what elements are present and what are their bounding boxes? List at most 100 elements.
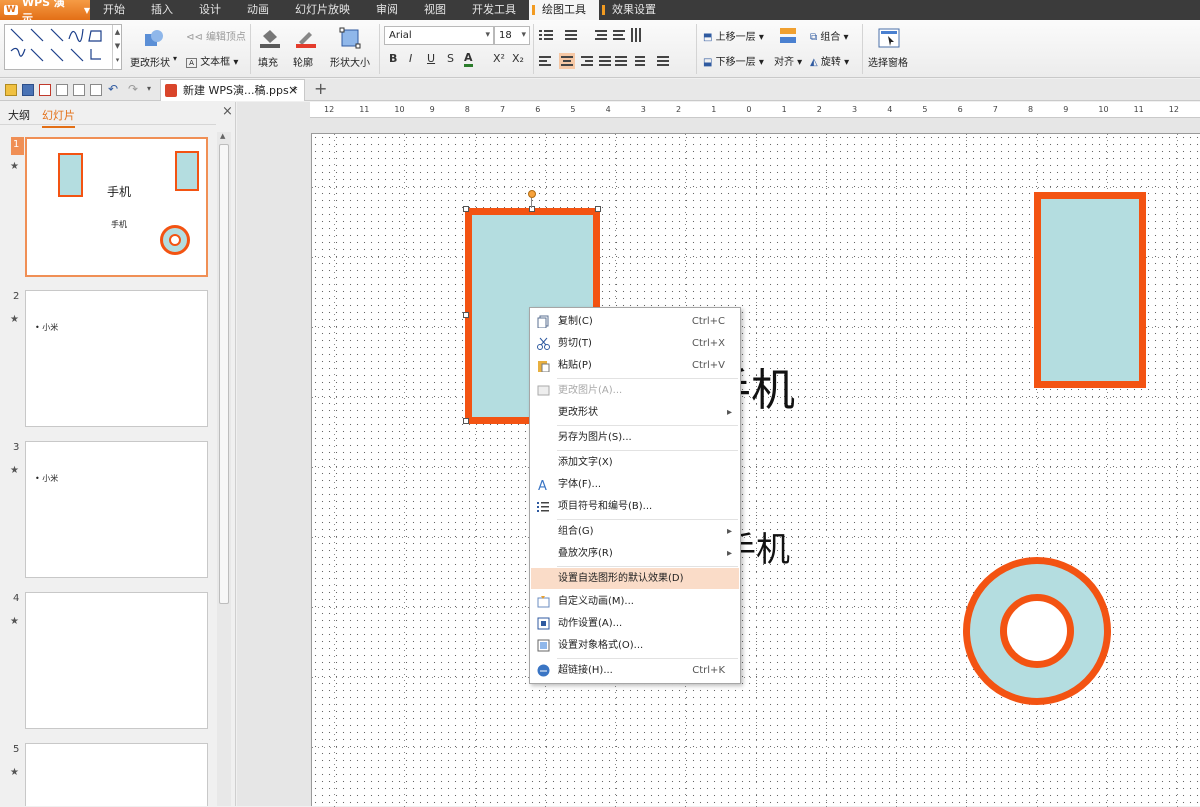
change-shape-icon[interactable] [143, 28, 165, 48]
context-menu-item[interactable]: 设置对象格式(O)... [531, 635, 739, 656]
export-pdf-icon[interactable] [39, 84, 51, 96]
slide-bullet-text: • 小米 [35, 323, 59, 332]
scrollbar-thumb[interactable] [219, 144, 229, 604]
menu-slideshow[interactable]: 幻灯片放映 [282, 0, 363, 20]
context-menu-item[interactable]: 复制(C) Ctrl+C [531, 311, 739, 332]
menu-review[interactable]: 审阅 [363, 0, 411, 20]
context-menu-item[interactable]: 自定义动画(M)... [531, 591, 739, 612]
subscript-button[interactable]: X₂ [512, 52, 524, 65]
align-button[interactable]: 对齐 ▾ [774, 53, 802, 68]
menu-drawing-tools[interactable]: 绘图工具 [529, 0, 599, 20]
paragraph-tools-icon[interactable] [539, 28, 695, 76]
menu-effect-settings[interactable]: 效果设置 [599, 0, 669, 20]
selection-pane-icon[interactable] [878, 28, 900, 48]
fill-button[interactable]: 填充 [258, 54, 278, 69]
scroll-up-icon[interactable]: ▲ [220, 132, 225, 140]
menu-separator [557, 519, 738, 520]
menu-animation[interactable]: 动画 [234, 0, 282, 20]
context-menu-item[interactable]: 更改形状 ▸ [531, 402, 739, 423]
ruler-tick-label: 0 [746, 105, 752, 114]
selection-pane-button[interactable]: 选择窗格 [868, 54, 908, 69]
slide-thumbnail-5[interactable] [25, 743, 208, 806]
shape-gallery[interactable]: ▲ ▼ ▾ [4, 24, 122, 70]
outline-button[interactable]: 轮廓 [293, 54, 313, 69]
bold-button[interactable]: B [389, 52, 397, 65]
ruler-tick-label: 8 [464, 105, 470, 114]
pps-file-icon [165, 84, 177, 97]
menu-view[interactable]: 视图 [411, 0, 459, 20]
group-icon: ⧉ [810, 32, 818, 43]
menu-developer[interactable]: 开发工具 [459, 0, 529, 20]
resize-handle[interactable] [463, 312, 469, 318]
shape-size-icon[interactable] [339, 27, 361, 49]
ruler-tick-label: 6 [535, 105, 541, 114]
edit-points-button[interactable]: ⊲⊲ 编辑顶点 [186, 28, 246, 43]
context-menu-item[interactable]: 叠放次序(R) ▸ [531, 543, 739, 564]
context-menu-item[interactable]: 设置自选图形的默认效果(D) [531, 568, 739, 589]
group-button[interactable]: ⧉ 组合 ▾ [810, 28, 849, 43]
spellcheck-icon[interactable] [90, 84, 102, 96]
text-box-button[interactable]: A 文本框 ▾ [186, 53, 238, 68]
font-size-select[interactable]: 18 [494, 26, 530, 45]
undo-icon[interactable]: ↶ [108, 82, 118, 96]
customize-qat-icon[interactable]: ▾ [147, 84, 151, 93]
bring-forward-icon: ⬒ [703, 32, 713, 43]
align-icon[interactable] [780, 28, 796, 46]
menu-separator [557, 450, 738, 451]
italic-button[interactable]: I [409, 52, 412, 65]
menu-item-shortcut: Ctrl+C [691, 316, 725, 327]
context-menu-item[interactable]: 添加文字(X) [531, 452, 739, 473]
close-panel-icon[interactable]: × [222, 104, 233, 119]
menu-insert[interactable]: 插入 [138, 0, 186, 20]
slide-thumbnail-2[interactable]: • 小米 [25, 290, 208, 427]
new-tab-icon[interactable]: + [314, 79, 327, 98]
font-color-button[interactable]: A [464, 51, 473, 67]
shape-size-button[interactable]: 形状大小 [330, 54, 370, 69]
resize-handle[interactable] [529, 206, 535, 212]
save-icon[interactable] [22, 84, 34, 96]
close-tab-icon[interactable]: × [288, 80, 298, 101]
tab-outline[interactable]: 大纲 [8, 107, 30, 123]
redo-icon[interactable]: ↷ [128, 82, 138, 96]
slide-thumbnail-1[interactable]: 手机 手机 [25, 137, 208, 277]
superscript-button[interactable]: X² [493, 52, 505, 65]
rotate-handle[interactable] [528, 190, 536, 198]
context-menu-item[interactable]: 超链接(H)... Ctrl+K [531, 660, 739, 681]
context-menu-item[interactable]: 粘贴(P) Ctrl+V [531, 355, 739, 376]
font-name-select[interactable]: Arial [384, 26, 494, 45]
ruler-tick-label: 3 [852, 105, 858, 114]
rotate-button[interactable]: ◭ 旋转 ▾ [810, 53, 849, 68]
print-preview-icon[interactable] [73, 84, 85, 96]
document-tab[interactable]: 新建 WPS演...稿.pps * × [160, 79, 305, 101]
resize-handle[interactable] [463, 206, 469, 212]
context-menu-item[interactable]: A 字体(F)... [531, 474, 739, 495]
donut-shape[interactable] [963, 557, 1111, 705]
ruler-tick-label: 7 [500, 105, 506, 114]
context-menu-item[interactable]: 项目符号和编号(B)... [531, 496, 739, 517]
rectangle-shape[interactable] [1034, 192, 1146, 388]
context-menu-item[interactable]: 组合(G) ▸ [531, 521, 739, 542]
underline-button[interactable]: U [427, 52, 435, 65]
panel-scrollbar[interactable]: ▲ [217, 132, 231, 806]
slide-bullet-text: • 小米 [35, 474, 59, 483]
shadow-button[interactable]: S [447, 52, 454, 65]
gallery-scroll[interactable]: ▲ ▼ ▾ [112, 25, 122, 69]
open-icon[interactable] [5, 84, 17, 96]
context-menu-item[interactable]: 动作设置(A)... [531, 613, 739, 634]
resize-handle[interactable] [595, 206, 601, 212]
context-menu-item[interactable]: 另存为图片(S)... [531, 427, 739, 448]
slide-thumbnail-4[interactable] [25, 592, 208, 729]
app-menu-button[interactable]: W WPS 演示 ▼ [0, 0, 90, 25]
send-backward-button[interactable]: ⬓ 下移一层 ▾ [703, 53, 764, 68]
resize-handle[interactable] [463, 418, 469, 424]
slide-thumbnail-3[interactable]: • 小米 [25, 441, 208, 578]
menu-home[interactable]: 开始 [90, 0, 138, 20]
context-menu-item[interactable]: 剪切(T) Ctrl+X [531, 333, 739, 354]
fill-bucket-icon[interactable] [259, 28, 281, 48]
outline-pen-icon[interactable] [295, 28, 317, 48]
change-shape-label[interactable]: 更改形状 [130, 54, 170, 69]
print-icon[interactable] [56, 84, 68, 96]
slide-canvas[interactable]: 手机 手机 [311, 133, 1200, 807]
menu-design[interactable]: 设计 [186, 0, 234, 20]
bring-forward-button[interactable]: ⬒ 上移一层 ▾ [703, 28, 764, 43]
